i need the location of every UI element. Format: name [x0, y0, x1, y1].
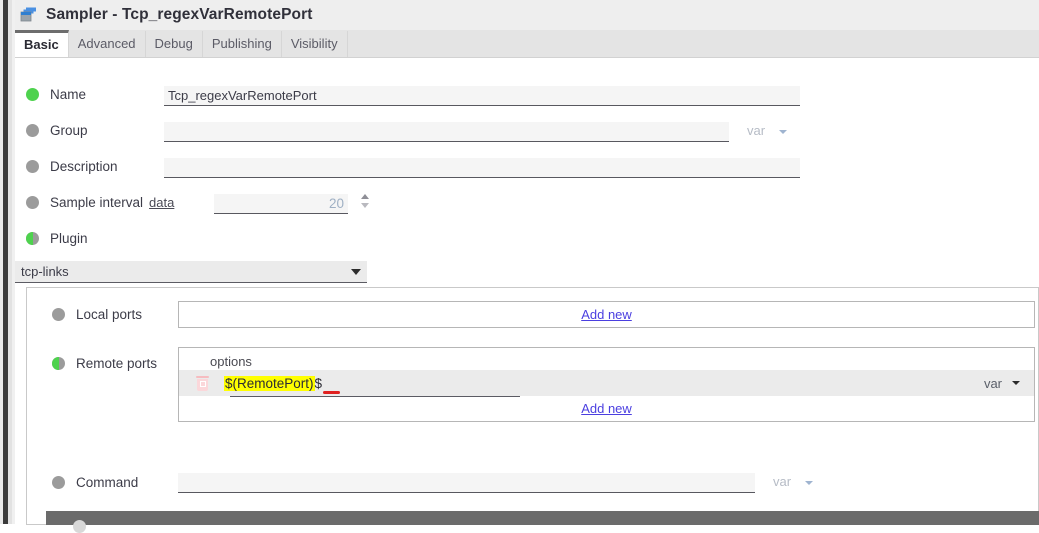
sample-interval-stepper[interactable]: 20	[214, 194, 348, 214]
command-var-selector[interactable]: var	[763, 474, 813, 489]
remote-ports-column-header: options	[210, 354, 252, 369]
label-name: Name	[50, 87, 87, 102]
field-row-plugin: Plugin	[26, 231, 88, 246]
remote-port-var-selector[interactable]: var	[974, 376, 1034, 391]
local-ports-box: Add new	[178, 301, 1035, 328]
label-group: Group	[50, 123, 88, 138]
form-body: Name Group var Description Samp	[15, 58, 1039, 533]
chevron-down-icon	[1012, 381, 1020, 385]
remote-port-value-tail: $	[314, 375, 323, 391]
cascading-windows-icon	[20, 7, 38, 23]
description-input[interactable]	[164, 158, 800, 178]
stepper-arrows-icon[interactable]	[358, 192, 374, 210]
tab-basic[interactable]: Basic	[15, 30, 69, 57]
tab-advanced[interactable]: Advanced	[68, 31, 146, 57]
status-dot-selected-row	[73, 520, 86, 533]
label-local-ports: Local ports	[76, 307, 143, 322]
field-row-description: Description	[26, 159, 118, 174]
tab-bar-filler	[347, 31, 1039, 57]
status-dot-name	[26, 88, 39, 101]
chevron-down-icon	[778, 129, 787, 134]
status-dot-local-ports	[52, 308, 65, 321]
label-description: Description	[50, 159, 118, 174]
status-dot-remote-ports	[52, 357, 65, 370]
status-dot-sample-interval	[26, 196, 39, 209]
chevron-down-icon	[351, 268, 361, 275]
status-dot-plugin	[26, 232, 39, 245]
tab-bar: Basic Advanced Debug Publishing Visibili…	[15, 30, 1039, 58]
command-var-label: var	[773, 474, 792, 489]
label-sample-interval: Sample interval	[50, 195, 144, 210]
tab-publishing[interactable]: Publishing	[202, 31, 282, 57]
page-title: Sampler - Tcp_regexVarRemotePort	[46, 6, 313, 23]
field-row-command: Command	[52, 475, 138, 490]
remote-port-value[interactable]: $(RemotePort)$	[224, 375, 340, 394]
sample-interval-value: 20	[328, 196, 344, 211]
command-input[interactable]	[178, 473, 755, 493]
selected-row-bar[interactable]	[46, 511, 1039, 533]
sample-interval-data-link[interactable]: data	[149, 195, 174, 210]
group-var-selector[interactable]: var	[737, 123, 787, 138]
tab-debug[interactable]: Debug	[145, 31, 203, 57]
plugin-select-value: tcp-links	[21, 264, 69, 279]
app-window: Sampler - Tcp_regexVarRemotePort Basic A…	[0, 0, 1039, 533]
label-plugin: Plugin	[50, 231, 88, 246]
status-dot-description	[26, 160, 39, 173]
remote-ports-add-new-link[interactable]: Add new	[581, 401, 632, 416]
title-bar: Sampler - Tcp_regexVarRemotePort	[15, 0, 1039, 30]
label-command: Command	[76, 475, 139, 490]
tab-visibility[interactable]: Visibility	[281, 31, 348, 57]
field-row-group: Group	[26, 123, 88, 138]
trash-icon[interactable]	[196, 375, 209, 391]
plugin-select[interactable]: tcp-links	[15, 261, 367, 283]
name-input[interactable]	[164, 86, 800, 106]
status-dot-group	[26, 124, 39, 137]
validation-error-underline	[323, 390, 340, 394]
group-input[interactable]	[164, 122, 729, 142]
group-var-label: var	[747, 123, 766, 138]
remote-port-var-label: var	[983, 375, 1002, 391]
field-row-sample-interval: Sample interval data	[26, 195, 174, 210]
status-dot-command	[52, 476, 65, 489]
field-row-local-ports: Local ports	[52, 307, 142, 322]
field-row-name: Name	[26, 87, 86, 102]
label-remote-ports: Remote ports	[76, 356, 158, 371]
chevron-down-icon	[804, 480, 813, 485]
table-row: $(RemotePort)$ var	[179, 370, 1034, 396]
remote-ports-add-new-row: Add new	[179, 396, 1034, 421]
remote-port-value-highlighted: $(RemotePort)	[224, 375, 315, 391]
sampler-window: Sampler - Tcp_regexVarRemotePort Basic A…	[15, 0, 1039, 533]
field-row-remote-ports: Remote ports	[52, 356, 157, 371]
local-ports-add-new-link[interactable]: Add new	[581, 307, 632, 322]
